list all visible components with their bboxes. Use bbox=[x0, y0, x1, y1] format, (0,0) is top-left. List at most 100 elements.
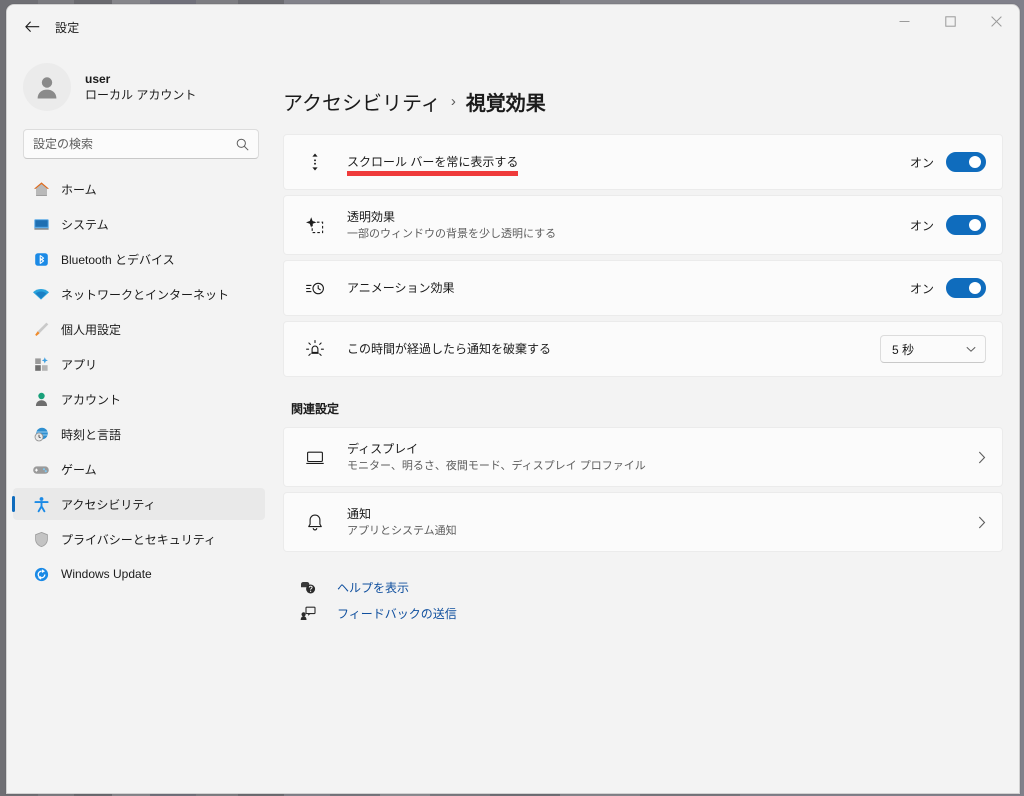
paintbrush-icon bbox=[27, 321, 55, 338]
related-subtitle: アプリとシステム通知 bbox=[347, 525, 457, 537]
minimize-button[interactable] bbox=[881, 5, 927, 37]
page-title: 視覚効果 bbox=[465, 93, 546, 115]
sidebar-item-label: ネットワークとインターネット bbox=[61, 287, 230, 302]
profile-text: user ローカル アカウント bbox=[85, 71, 196, 103]
setting-subtitle: 一部のウィンドウの背景を少し透明にする bbox=[347, 228, 557, 240]
sidebar-item-label: ホーム bbox=[61, 182, 97, 197]
feedback-icon bbox=[297, 606, 319, 621]
account-person-icon bbox=[27, 391, 55, 408]
sidebar-item-label: 個人用設定 bbox=[61, 322, 122, 337]
help-icon bbox=[297, 580, 319, 595]
avatar bbox=[23, 63, 71, 111]
breadcrumb: アクセシビリティ › 視覚効果 bbox=[283, 87, 1019, 116]
main-content: アクセシビリティ › 視覚効果 スクロール バーを常に表示する オン 透明効果 … bbox=[275, 49, 1019, 793]
sidebar-item-gaming[interactable]: ゲーム bbox=[13, 453, 265, 485]
search-box[interactable] bbox=[23, 129, 259, 159]
toggle-state-label: オン bbox=[909, 218, 934, 233]
settings-card-list: スクロール バーを常に表示する オン 透明効果 一部のウィンドウの背景を少し透明… bbox=[283, 134, 1003, 626]
close-icon bbox=[990, 15, 1002, 27]
toggle-state-label: オン bbox=[909, 281, 934, 296]
search-input[interactable] bbox=[33, 137, 236, 151]
setting-row-transparency-effects[interactable]: 透明効果 一部のウィンドウの背景を少し透明にする オン bbox=[283, 195, 1003, 255]
select-value: 5 秒 bbox=[892, 342, 915, 357]
sidebar-item-label: アプリ bbox=[61, 357, 98, 372]
toggle-knob bbox=[969, 282, 981, 294]
app-title: 設定 bbox=[55, 20, 80, 35]
chevron-right-icon bbox=[978, 451, 986, 464]
sidebar-item-windows-update[interactable]: Windows Update bbox=[13, 558, 265, 590]
select-dismiss-notifications-after[interactable]: 5 秒 bbox=[880, 335, 986, 363]
sidebar-item-apps[interactable]: アプリ bbox=[13, 348, 265, 380]
setting-text: スクロール バーを常に表示する bbox=[347, 153, 910, 176]
sidebar-item-label: プライバシーとセキュリティ bbox=[61, 532, 217, 547]
wifi-icon bbox=[27, 286, 55, 303]
notification-brightness-icon bbox=[301, 339, 329, 359]
transparency-icon bbox=[301, 215, 329, 235]
sidebar-item-privacy-security[interactable]: プライバシーとセキュリティ bbox=[13, 523, 265, 555]
breadcrumb-parent[interactable]: アクセシビリティ bbox=[283, 87, 441, 116]
setting-row-always-show-scrollbars[interactable]: スクロール バーを常に表示する オン bbox=[283, 134, 1003, 190]
sidebar-item-system[interactable]: システム bbox=[13, 208, 265, 240]
sidebar: user ローカル アカウント 設定の検索 ホーム システム Bluetooth… bbox=[7, 49, 275, 793]
back-arrow-icon bbox=[24, 21, 39, 32]
sidebar-item-time-language[interactable]: 時刻と言語 bbox=[13, 418, 265, 450]
setting-row-dismiss-notifications-after[interactable]: この時間が経過したら通知を破棄する 5 秒 bbox=[283, 321, 1003, 377]
sidebar-item-label: Bluetooth とデバイス bbox=[61, 252, 175, 267]
related-row-display[interactable]: ディスプレイ モニター、明るさ、夜間モード、ディスプレイ プロファイル bbox=[283, 427, 1003, 487]
setting-title-text: スクロール バーを常に表示する bbox=[347, 155, 519, 169]
setting-text: アニメーション効果 bbox=[347, 279, 910, 297]
link-send-feedback[interactable]: フィードバックの送信 bbox=[291, 600, 1003, 626]
sidebar-item-personalization[interactable]: 個人用設定 bbox=[13, 313, 265, 345]
title-bar: 設定 bbox=[7, 5, 1019, 49]
sidebar-item-label: システム bbox=[61, 217, 109, 232]
close-button[interactable] bbox=[973, 5, 1019, 37]
settings-window: 設定 user ローカル アカウント 設定の検索 ホーム システム Blueto… bbox=[6, 4, 1020, 794]
chevron-right-icon bbox=[978, 516, 986, 529]
sidebar-item-label: アカウント bbox=[61, 392, 122, 407]
toggle-knob bbox=[969, 219, 981, 231]
sidebar-item-accessibility[interactable]: アクセシビリティ bbox=[12, 488, 265, 520]
maximize-icon bbox=[944, 15, 956, 27]
apps-icon bbox=[27, 356, 55, 373]
profile-section[interactable]: user ローカル アカウント bbox=[23, 59, 275, 115]
sidebar-item-bluetooth[interactable]: Bluetooth とデバイス bbox=[13, 243, 265, 275]
caption-button-group bbox=[881, 5, 1019, 49]
toggle-state-label: オン bbox=[909, 155, 934, 170]
window-content: user ローカル アカウント 設定の検索 ホーム システム Bluetooth… bbox=[7, 49, 1019, 793]
minimize-icon bbox=[899, 20, 909, 22]
bell-icon bbox=[301, 513, 329, 532]
related-subtitle: モニター、明るさ、夜間モード、ディスプレイ プロファイル bbox=[347, 460, 646, 472]
toggle-transparency-effects[interactable] bbox=[946, 215, 986, 235]
toggle-always-show-scrollbars[interactable] bbox=[946, 152, 986, 172]
sidebar-nav: ホーム システム Bluetooth とデバイス ネットワークとインターネット … bbox=[7, 173, 275, 590]
setting-title: この時間が経過したら通知を破棄する bbox=[347, 342, 552, 356]
footer-links: ヘルプを表示 フィードバックの送信 bbox=[291, 574, 1003, 626]
scrollbar-icon bbox=[301, 152, 329, 172]
sidebar-item-network[interactable]: ネットワークとインターネット bbox=[13, 278, 265, 310]
person-avatar-icon bbox=[37, 77, 57, 99]
setting-text: 透明効果 一部のウィンドウの背景を少し透明にする bbox=[347, 208, 910, 242]
toggle-animation-effects[interactable] bbox=[946, 278, 986, 298]
sidebar-item-home[interactable]: ホーム bbox=[13, 173, 265, 205]
clock-globe-icon bbox=[27, 426, 55, 443]
back-button[interactable] bbox=[15, 12, 49, 42]
shield-icon bbox=[27, 531, 55, 548]
chevron-down-icon bbox=[966, 346, 976, 352]
toggle-group: オン bbox=[910, 152, 986, 172]
related-settings-heading: 関連設定 bbox=[291, 402, 340, 416]
monitor-icon bbox=[301, 449, 329, 466]
setting-title: スクロール バーを常に表示する bbox=[347, 154, 519, 176]
annotation-underline bbox=[347, 171, 519, 176]
setting-row-animation-effects[interactable]: アニメーション効果 オン bbox=[283, 260, 1003, 316]
maximize-button[interactable] bbox=[927, 5, 973, 37]
related-text: ディスプレイ モニター、明るさ、夜間モード、ディスプレイ プロファイル bbox=[347, 440, 978, 474]
related-row-notifications[interactable]: 通知 アプリとシステム通知 bbox=[283, 492, 1003, 552]
link-get-help[interactable]: ヘルプを表示 bbox=[291, 574, 1003, 600]
sidebar-item-accounts[interactable]: アカウント bbox=[13, 383, 265, 415]
system-monitor-icon bbox=[27, 216, 55, 233]
link-label: フィードバックの送信 bbox=[337, 606, 457, 621]
link-label: ヘルプを表示 bbox=[337, 580, 410, 595]
home-icon bbox=[27, 181, 55, 198]
related-title: 通知 bbox=[347, 507, 372, 521]
setting-text: この時間が経過したら通知を破棄する bbox=[347, 340, 880, 358]
